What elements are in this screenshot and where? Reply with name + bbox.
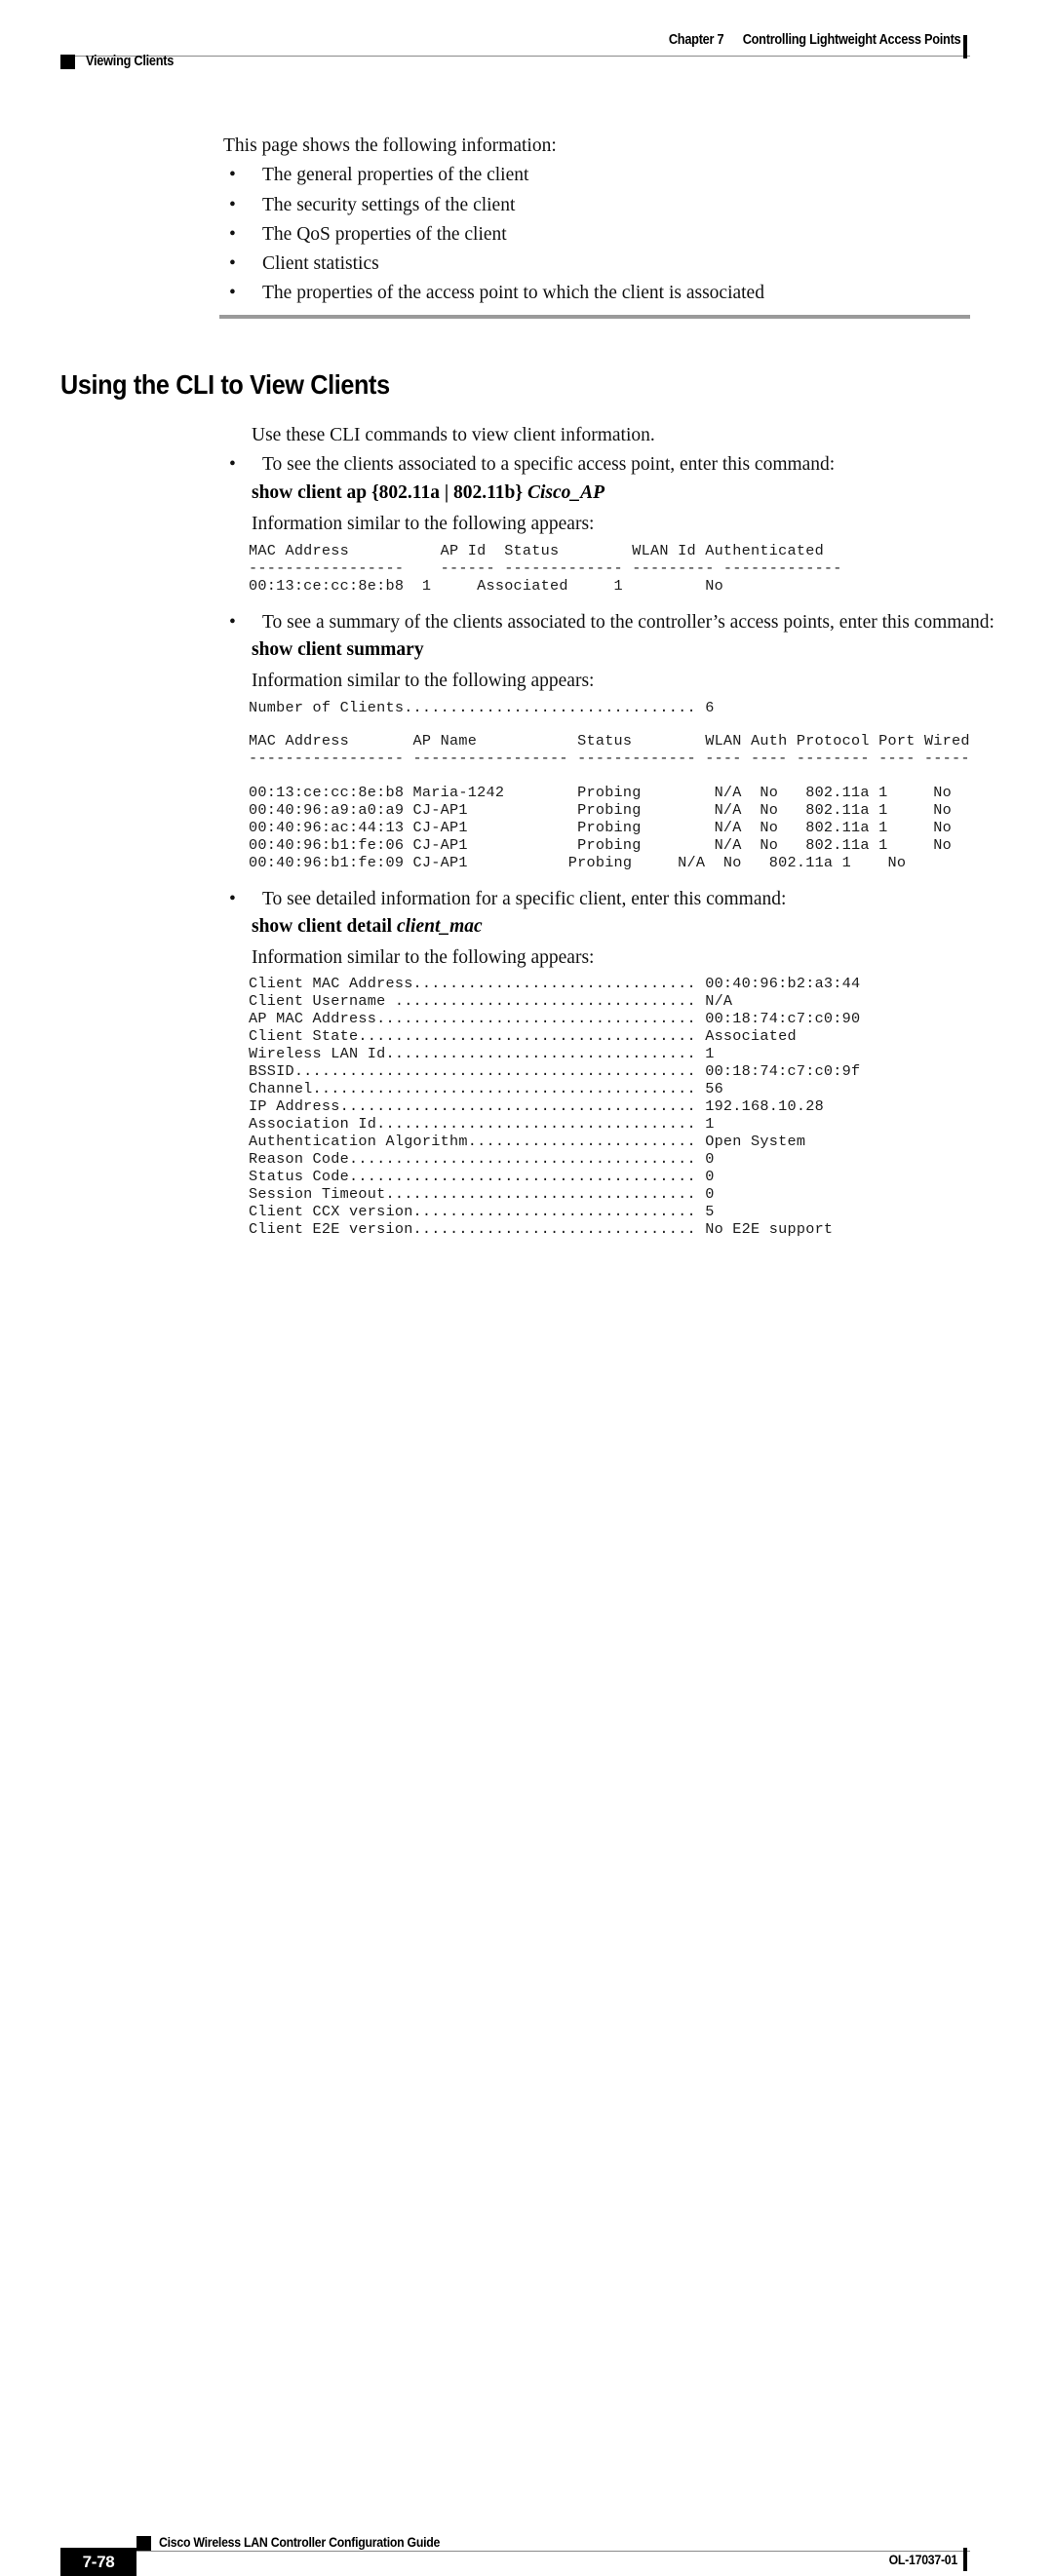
command-1-bullet: • To see the clients associated to a spec… (229, 452, 835, 478)
intro-lead: This page shows the following informatio… (223, 135, 557, 156)
client-detail-line: AP MAC Address..........................… (249, 1010, 861, 1027)
intro-bullet-1-text: The general properties of the client (262, 165, 529, 185)
command-2-syntax-name: show client summary (252, 639, 424, 660)
footer-divider (136, 2551, 970, 2552)
header-chapter-number: Chapter 7 (668, 32, 723, 48)
footer-edge-tick (963, 2548, 967, 2571)
client-detail-line: Session Timeout.........................… (249, 1185, 715, 1203)
page-header: Chapter 7 Controlling Lightweight Access … (0, 0, 1053, 88)
command-3-bullet-text: To see detailed information for a specif… (262, 889, 787, 909)
intro-bullet-3-text: The QoS properties of the client (262, 224, 507, 245)
client-detail-line: Client Username ........................… (249, 992, 733, 1010)
bullet-glyph-icon: • (229, 612, 236, 633)
command-2-result-label: Information similar to the following app… (252, 671, 595, 691)
client-detail-line: Client CCX version......................… (249, 1203, 715, 1220)
client-detail-line: Reason Code.............................… (249, 1150, 715, 1168)
intro-bullet-3: • The QoS properties of the client (229, 222, 507, 248)
bullet-glyph-icon: • (229, 224, 236, 245)
bullet-glyph-icon: • (229, 889, 236, 909)
command-2-table-row: 00:40:96:b1:fe:06 CJ-AP1 Probing N/A No … (249, 836, 953, 854)
command-2-client-count: Number of Clients.......................… (249, 699, 715, 716)
bullet-glyph-icon: • (229, 454, 236, 475)
command-1-syntax-name: show client ap (252, 482, 368, 503)
intro-bullet-4-text: Client statistics (262, 253, 379, 274)
header-chapter-title: Controlling Lightweight Access Points (742, 32, 960, 48)
header-square-marker-icon (60, 55, 75, 69)
footer-square-marker-icon (136, 2536, 151, 2551)
client-detail-line: Client State............................… (249, 1027, 797, 1045)
intro-bullet-2: • The security settings of the client (229, 193, 515, 218)
client-detail-line: Client MAC Address......................… (249, 975, 861, 992)
command-2-table-header: MAC Address AP Name Status WLAN Auth Pro… (249, 732, 970, 767)
header-edge-tick (963, 35, 967, 58)
command-1-syntax-arg: Cisco_AP (526, 482, 605, 503)
client-detail-line: BSSID...................................… (249, 1062, 861, 1080)
intro-bullet-2-text: The security settings of the client (262, 195, 516, 215)
command-2-table-row: 00:40:96:a9:a0:a9 CJ-AP1 Probing N/A No … (249, 801, 953, 819)
command-1-syntax: show client ap {802.11a | 802.11b} Cisco… (252, 482, 604, 504)
command-1-output: MAC Address AP Id Status WLAN Id Authent… (249, 542, 842, 595)
client-detail-line: Client E2E version......................… (249, 1220, 834, 1238)
command-3-result-label: Information similar to the following app… (252, 947, 595, 968)
command-3-bullet: • To see detailed information for a speci… (229, 887, 786, 912)
footer-document-id: OL-17037-01 (888, 2552, 958, 2567)
bullet-glyph-icon: • (229, 253, 236, 274)
header-divider (60, 56, 970, 57)
section-lead: Use these CLI commands to view client in… (252, 425, 655, 445)
footer-guide-title: Cisco Wireless LAN Controller Configurat… (159, 2534, 441, 2550)
client-detail-line: Wireless LAN Id.........................… (249, 1045, 715, 1062)
command-1-result-label: Information similar to the following app… (252, 514, 595, 534)
command-3-syntax-arg: client_mac (396, 916, 483, 937)
command-2-syntax: show client summary (252, 639, 424, 661)
intro-bullet-5: • The properties of the access point to w… (229, 281, 764, 306)
header-chapter-breadcrumb: Chapter 7 Controlling Lightweight Access … (668, 32, 960, 48)
page-title: Using the CLI to View Clients (60, 369, 390, 400)
bullet-glyph-icon: • (229, 283, 236, 303)
page-number-badge: 7-78 (60, 2548, 136, 2576)
client-detail-line: Channel.................................… (249, 1080, 723, 1097)
command-2-bullet-text: To see a summary of the clients associat… (262, 612, 994, 633)
client-detail-line: Authentication Algorithm................… (249, 1133, 806, 1150)
command-2-bullet: • To see a summary of the clients associa… (229, 610, 994, 635)
command-2-table-row: 00:40:96:ac:44:13 CJ-AP1 Probing N/A No … (249, 819, 953, 836)
client-detail-line: Status Code.............................… (249, 1168, 715, 1185)
intro-bullet-5-text: The properties of the access point to wh… (262, 283, 764, 303)
bullet-glyph-icon: • (229, 195, 236, 215)
command-3-syntax-name: show client detail (252, 916, 393, 937)
command-1-syntax-options: {802.11a | 802.11b} (370, 482, 524, 503)
section-divider (219, 315, 970, 319)
command-2-table-row: 00:13:ce:cc:8e:b8 Maria-1242 Probing N/A… (249, 784, 953, 801)
header-section-title: Viewing Clients (86, 54, 175, 69)
client-detail-line: Association Id..........................… (249, 1115, 715, 1133)
client-detail-line: IP Address..............................… (249, 1097, 824, 1115)
command-1-bullet-text: To see the clients associated to a speci… (262, 454, 836, 475)
intro-bullet-1: • The general properties of the client (229, 163, 528, 188)
bullet-glyph-icon: • (229, 165, 236, 185)
page-footer: Cisco Wireless LAN Controller Configurat… (0, 1254, 1053, 2576)
command-2-table-row: 00:40:96:b1:fe:09 CJ-AP1 Probing N/A No … (249, 854, 907, 871)
command-3-syntax: show client detail client_mac (252, 916, 483, 938)
intro-bullet-4: • Client statistics (229, 251, 379, 277)
